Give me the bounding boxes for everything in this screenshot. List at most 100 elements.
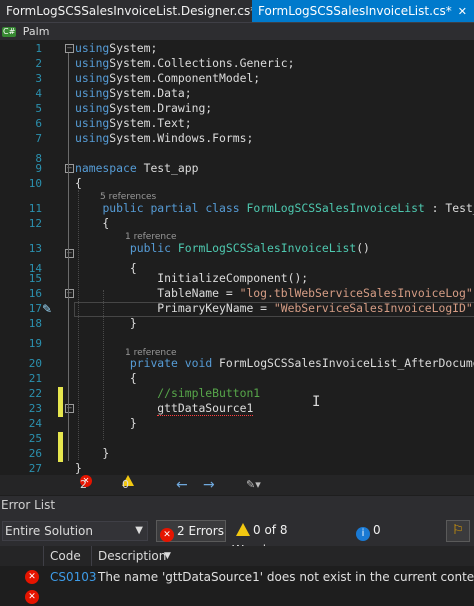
code-token: { xyxy=(75,371,137,385)
build-intellisense-filter-icon[interactable]: ⚐ xyxy=(446,520,470,542)
tab-label: FormLogSCSSalesInvoiceList.Designer.cs* xyxy=(6,4,257,18)
error-code-link[interactable]: CS0103 xyxy=(50,568,97,586)
error-row[interactable]: ✕ CS0103 The name 'gttDataSource1' does … xyxy=(0,568,474,586)
code-token: using xyxy=(75,56,110,70)
code-token: private xyxy=(129,356,178,370)
code-token: TableName = xyxy=(75,286,240,300)
collapse-toggle-icon[interactable]: − xyxy=(65,164,74,173)
code-token: System; xyxy=(109,41,158,55)
code-text: usingSystem.Windows.Forms; xyxy=(75,131,253,146)
tab-designer-file[interactable]: FormLogSCSSalesInvoiceList.Designer.cs*✕ xyxy=(0,0,271,22)
code-token: System.Drawing; xyxy=(109,101,213,115)
outline-line xyxy=(68,251,69,341)
line-number: 19 xyxy=(28,337,42,350)
line-number: 21 xyxy=(28,372,42,385)
code-token: "WebServiceSalesInvoiceLogID" xyxy=(273,301,473,315)
collapse-toggle-icon[interactable]: − xyxy=(65,44,74,53)
code-line[interactable]: 4 usingSystem.Data; xyxy=(0,86,474,101)
error-list-title: Error List xyxy=(0,496,474,514)
code-token: namespace xyxy=(75,161,137,175)
column-separator xyxy=(91,546,92,566)
column-header-code[interactable]: Code xyxy=(50,546,81,566)
navigate-forward-icon[interactable]: → xyxy=(203,475,215,495)
code-token: } xyxy=(75,416,137,430)
code-line[interactable]: 25 xyxy=(0,431,474,446)
line-number: 23 xyxy=(28,402,42,415)
error-row-partial[interactable]: ✕ xyxy=(0,588,474,606)
code-line[interactable]: 3 usingSystem.ComponentModel; xyxy=(0,71,474,86)
line-number: 15 xyxy=(28,272,42,285)
code-token: partial xyxy=(150,201,199,215)
code-line[interactable]: 10 { xyxy=(0,176,474,191)
error-list-toolbar: Entire Solution▼ ✕2 Errors 0 of 8 Warnin… xyxy=(0,514,474,558)
code-token: FormLogSCSSalesInvoiceList_AfterDocument… xyxy=(219,356,474,370)
code-text: } xyxy=(75,446,109,461)
line-number: 22 xyxy=(28,387,42,400)
chevron-down-icon: ▼ xyxy=(135,525,143,536)
code-line[interactable]: 6 usingSystem.Text; xyxy=(0,116,474,131)
code-token: System.Collections.Generic; xyxy=(109,56,295,70)
code-line[interactable]: 11 public partial class FormLogSCSSalesI… xyxy=(0,201,474,216)
code-line[interactable]: 21 { xyxy=(0,371,474,386)
scope-dropdown[interactable]: Entire Solution ▼ xyxy=(2,521,148,541)
collapse-toggle-icon[interactable]: − xyxy=(65,289,74,298)
info-icon: i xyxy=(356,527,370,541)
code-token: } xyxy=(75,461,82,475)
line-number: 17 xyxy=(28,302,42,315)
code-editor[interactable]: ✎ I 5 references 1 reference 1 reference… xyxy=(0,40,474,475)
column-header-description[interactable]: Description xyxy=(98,546,166,566)
line-number: 18 xyxy=(28,317,42,330)
tab-code-file[interactable]: FormLogSCSSalesInvoiceList.cs* ✕ xyxy=(252,0,474,22)
code-text: { xyxy=(75,176,82,191)
code-text: { xyxy=(75,371,137,386)
line-number: 4 xyxy=(35,87,42,100)
code-line[interactable]: 15 InitializeComponent(); xyxy=(0,271,474,286)
code-line[interactable]: 12 { xyxy=(0,216,474,231)
code-text: InitializeComponent(); xyxy=(75,271,308,286)
code-text: public partial class FormLogSCSSalesInvo… xyxy=(75,201,474,216)
line-number: 1 xyxy=(35,42,42,55)
code-token: using xyxy=(75,131,110,145)
line-number: 10 xyxy=(28,177,42,190)
code-line[interactable]: 2 usingSystem.Collections.Generic; xyxy=(0,56,474,71)
code-line[interactable]: 20 private void FormLogSCSSalesInvoiceLi… xyxy=(0,356,474,371)
code-line[interactable]: 17 PrimaryKeyName = "WebServiceSalesInvo… xyxy=(0,301,474,316)
code-text: usingSystem.Text; xyxy=(75,116,192,131)
code-token: //simpleButton1 xyxy=(157,386,261,400)
code-token: PrimaryKeyName = xyxy=(75,301,274,315)
warnings-filter-button[interactable]: 0 of 8 Warnings xyxy=(232,520,344,557)
code-line[interactable]: 27} xyxy=(0,461,474,475)
code-line[interactable]: 26 } xyxy=(0,446,474,461)
code-text: PrimaryKeyName = "WebServiceSalesInvoice… xyxy=(75,301,474,316)
line-number: 11 xyxy=(28,202,42,215)
close-icon[interactable]: ✕ xyxy=(458,5,467,18)
errors-filter-button[interactable]: ✕ 2 Errors xyxy=(156,520,226,542)
code-token: : Test_app.F xyxy=(431,201,474,215)
document-tab-strip: FormLogSCSSalesInvoiceList.Designer.cs*✕… xyxy=(0,0,474,22)
collapse-toggle-icon[interactable]: − xyxy=(65,249,74,258)
code-line[interactable]: 24 } xyxy=(0,416,474,431)
code-line[interactable]: 5 usingSystem.Drawing; xyxy=(0,101,474,116)
code-token: } xyxy=(75,316,137,330)
project-dropdown[interactable]: Palm xyxy=(23,25,50,38)
project-navigation-bar[interactable]: C# Palm xyxy=(0,22,474,40)
line-number: 16 xyxy=(28,287,42,300)
code-token: using xyxy=(75,86,110,100)
code-text: usingSystem.ComponentModel; xyxy=(75,71,260,86)
line-number: 2 xyxy=(35,57,42,70)
messages-filter-button[interactable]: i0 Messages xyxy=(352,520,436,558)
code-token: using xyxy=(75,71,110,85)
code-line[interactable]: 19 xyxy=(0,336,474,351)
code-line[interactable]: 7 usingSystem.Windows.Forms; xyxy=(0,131,474,146)
brush-dropdown-icon[interactable]: ✎▾ xyxy=(246,475,261,495)
code-token: using xyxy=(75,41,110,55)
collapse-toggle-icon[interactable]: − xyxy=(65,404,74,413)
sort-chevron-icon[interactable]: ▼ xyxy=(164,546,171,566)
navigate-back-icon[interactable]: ← xyxy=(176,475,188,495)
error-icon: ✕ xyxy=(160,528,174,542)
code-line[interactable]: 22 //simpleButton1 xyxy=(0,386,474,401)
code-line[interactable]: 18 } xyxy=(0,316,474,331)
